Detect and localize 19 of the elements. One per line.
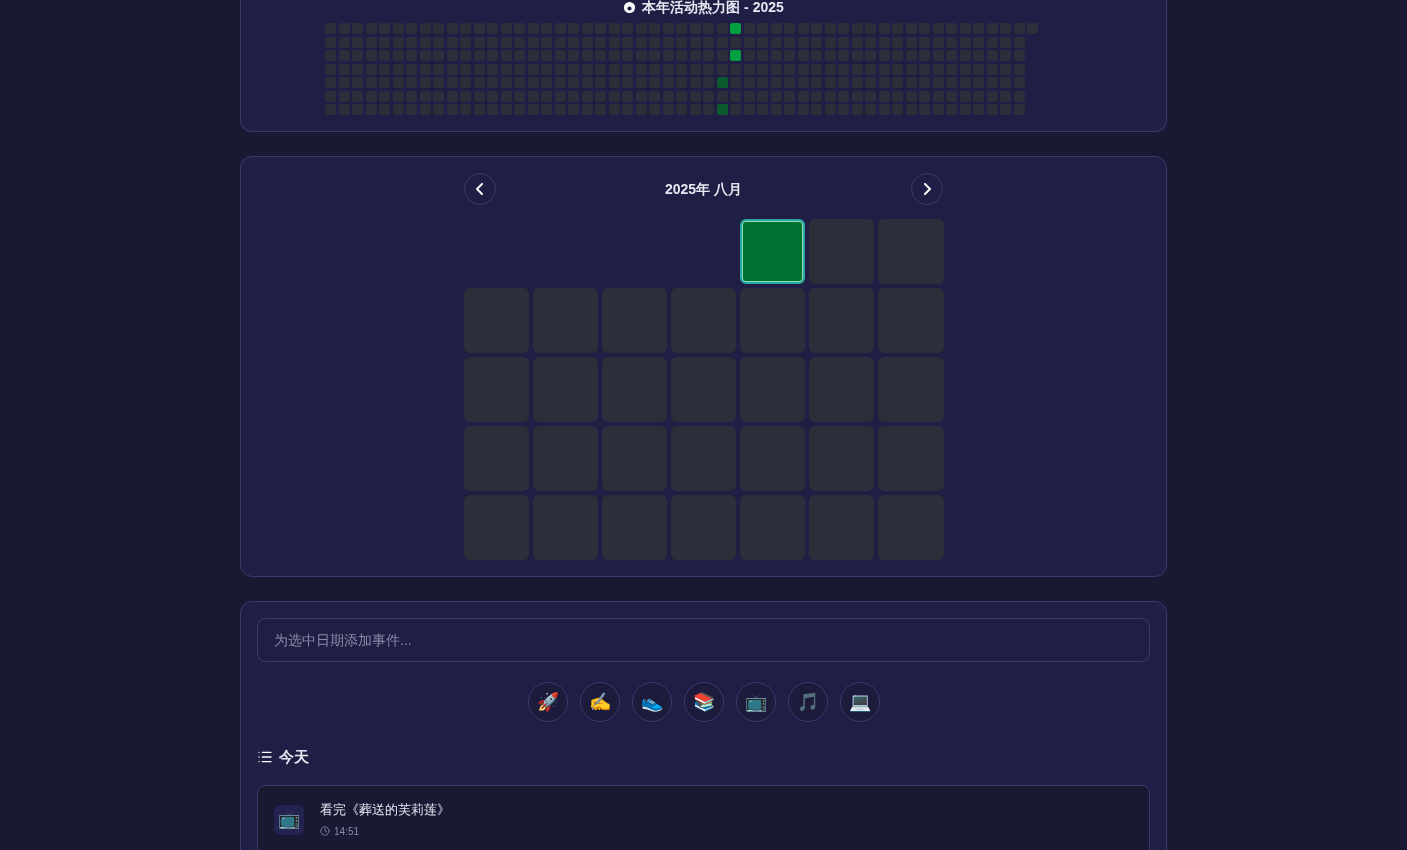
clock-icon xyxy=(320,826,330,837)
event-input-field[interactable]: 为选中日期添加事件... xyxy=(257,618,1150,662)
emoji-button[interactable]: 👟 xyxy=(631,682,672,722)
emoji-button[interactable]: 📺 xyxy=(735,682,776,722)
emoji-button[interactable]: 🚀 xyxy=(527,682,568,722)
chevron-right-icon xyxy=(924,183,931,195)
today-title: 今天 xyxy=(279,747,309,767)
emoji-button[interactable]: 🎵 xyxy=(787,682,828,722)
event-emoji: 📺 xyxy=(274,804,304,835)
emoji-button[interactable]: ✍ xyxy=(579,682,620,722)
event-title: 看完《葬送的芙莉莲》 xyxy=(320,801,450,820)
emoji-button[interactable]: 📚 xyxy=(683,682,724,722)
event-item[interactable]: 📺 看完《葬送的芙莉莲》 14:51 xyxy=(257,784,1150,850)
emoji-button[interactable]: 💻 xyxy=(839,682,880,722)
chevron-left-icon xyxy=(476,183,483,195)
month-title: 2025年 八月 xyxy=(664,179,742,199)
event-time: 14:51 xyxy=(334,824,360,839)
heatmap-title: 本年活动热力图 - 2025 xyxy=(642,0,784,14)
calendar-day[interactable] xyxy=(740,219,806,284)
